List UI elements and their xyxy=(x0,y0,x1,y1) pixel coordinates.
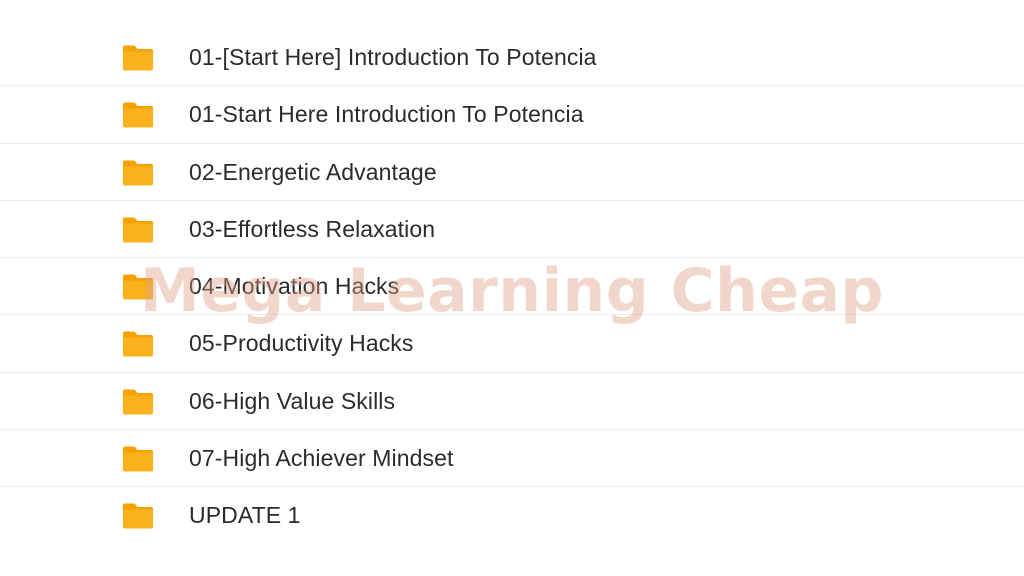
folder-name: 06-High Value Skills xyxy=(189,387,396,414)
list-item[interactable]: 01-[Start Here] Introduction To Potencia xyxy=(0,29,1024,87)
folder-name: 02-Energetic Advantage xyxy=(189,158,437,185)
list-item[interactable]: 05-Productivity Hacks xyxy=(0,315,1024,373)
folder-name: 03-Effortless Relaxation xyxy=(189,215,436,242)
list-item[interactable]: 04-Motivation Hacks xyxy=(0,258,1024,316)
list-item[interactable]: 06-High Value Skills xyxy=(0,373,1024,431)
folder-name: UPDATE 1 xyxy=(189,502,301,529)
folder-name: 05-Productivity Hacks xyxy=(189,330,414,357)
folder-name: 01-[Start Here] Introduction To Potencia xyxy=(189,44,597,70)
folder-icon xyxy=(121,216,155,244)
list-item[interactable]: 02-Energetic Advantage xyxy=(0,144,1024,201)
folder-icon xyxy=(121,502,155,530)
folder-icon xyxy=(121,159,155,187)
folder-icon xyxy=(121,445,155,473)
list-item[interactable]: 01-Start Here Introduction To Potencia xyxy=(0,86,1024,144)
folder-name: 04-Motivation Hacks xyxy=(189,273,400,300)
folder-icon xyxy=(121,273,155,301)
folder-name: 01-Start Here Introduction To Potencia xyxy=(189,101,584,128)
folder-icon xyxy=(121,44,155,72)
file-list: 01-[Start Here] Introduction To Potencia… xyxy=(0,29,1024,545)
folder-icon xyxy=(121,101,155,129)
list-item[interactable]: 07-High Achiever Mindset xyxy=(0,430,1024,488)
list-item[interactable]: UPDATE 1 xyxy=(0,487,1024,544)
folder-name: 07-High Achiever Mindset xyxy=(189,445,454,472)
folder-icon xyxy=(121,330,155,358)
list-item[interactable]: 03-Effortless Relaxation xyxy=(0,201,1024,259)
folder-icon xyxy=(121,388,155,416)
